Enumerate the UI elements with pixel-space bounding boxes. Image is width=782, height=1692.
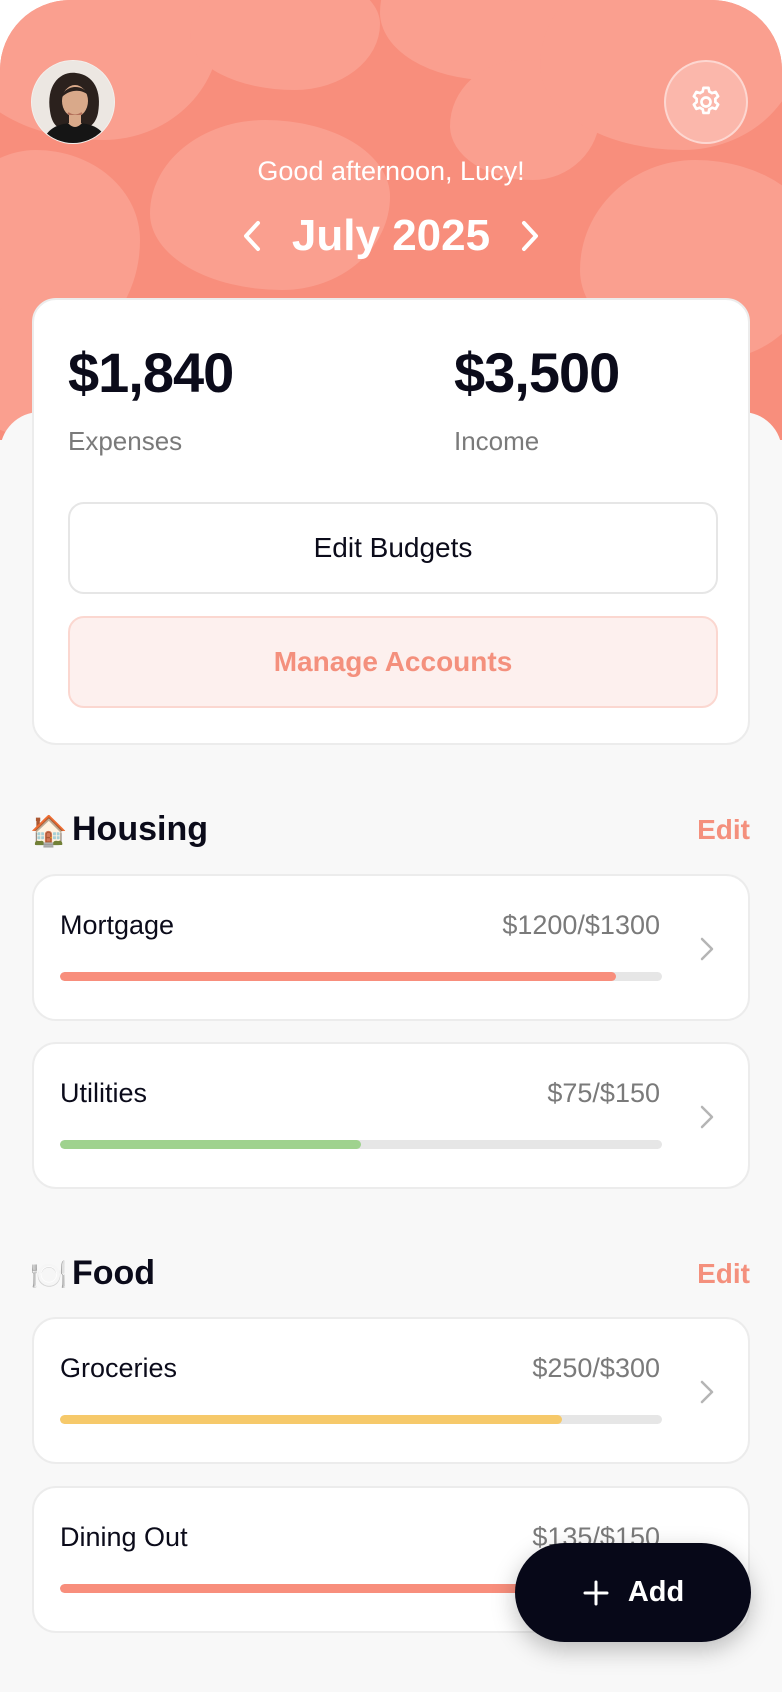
budget-amount: $1200/$1300 [502,910,660,940]
budget-amount: $75/$150 [547,1078,660,1108]
expenses-label: Expenses [68,426,183,456]
previous-month-button[interactable] [234,216,270,256]
budget-progress-fill [60,1415,562,1424]
chevron-right-icon [696,1377,718,1407]
budget-progress-fill [60,972,616,981]
add-button[interactable]: Add [515,1543,751,1642]
section-title: Food [72,1254,156,1292]
section-title: Housing [72,810,208,848]
gear-icon [692,86,720,115]
income-value: $3,500 [454,341,620,404]
add-button-label: Add [627,1576,685,1608]
plus-icon [583,1580,609,1605]
budget-name: Groceries [60,1353,178,1383]
chevron-right-icon [522,221,539,251]
user-avatar-icon [32,61,114,143]
house-icon: 🏠 [30,814,68,849]
budget-amount: $250/$300 [532,1353,660,1383]
budget-progress-track [60,972,662,981]
budget-card-mortgage[interactable]: Mortgage $1200/$1300 [32,874,750,1021]
avatar[interactable] [31,60,115,144]
summary-card: $1,840 Expenses $3,500 Income Edit Budge… [32,298,750,745]
budget-progress-track [60,1415,662,1424]
edit-budgets-button[interactable]: Edit Budgets [68,502,718,594]
settings-button[interactable] [664,60,748,144]
budget-name: Dining Out [60,1522,188,1552]
budget-name: Utilities [60,1078,148,1108]
greeting-text: Good afternoon, Lucy! [257,156,525,186]
chevron-right-icon [696,1102,718,1132]
app-screen: Good afternoon, Lucy! July 2025 $1,840 E… [0,0,782,1692]
next-month-button[interactable] [512,216,548,256]
month-selector: July 2025 [0,204,782,268]
budget-name: Mortgage [60,910,175,940]
plate-icon: 🍽️ [30,1258,68,1293]
edit-housing-button[interactable]: Edit [697,814,750,846]
budget-progress-fill [60,1140,361,1149]
edit-food-button[interactable]: Edit [697,1258,750,1290]
section-header-food: 🍽️ Food Edit [30,1252,750,1302]
expenses-value: $1,840 [68,341,234,404]
income-label: Income [454,426,540,456]
section-header-housing: 🏠 Housing Edit [30,808,750,858]
budget-card-groceries[interactable]: Groceries $250/$300 [32,1317,750,1464]
chevron-right-icon [696,934,718,964]
manage-accounts-button[interactable]: Manage Accounts [68,616,718,708]
chevron-left-icon [243,221,260,251]
month-label: July 2025 [291,211,491,260]
budget-card-utilities[interactable]: Utilities $75/$150 [32,1042,750,1189]
budget-progress-track [60,1140,662,1149]
